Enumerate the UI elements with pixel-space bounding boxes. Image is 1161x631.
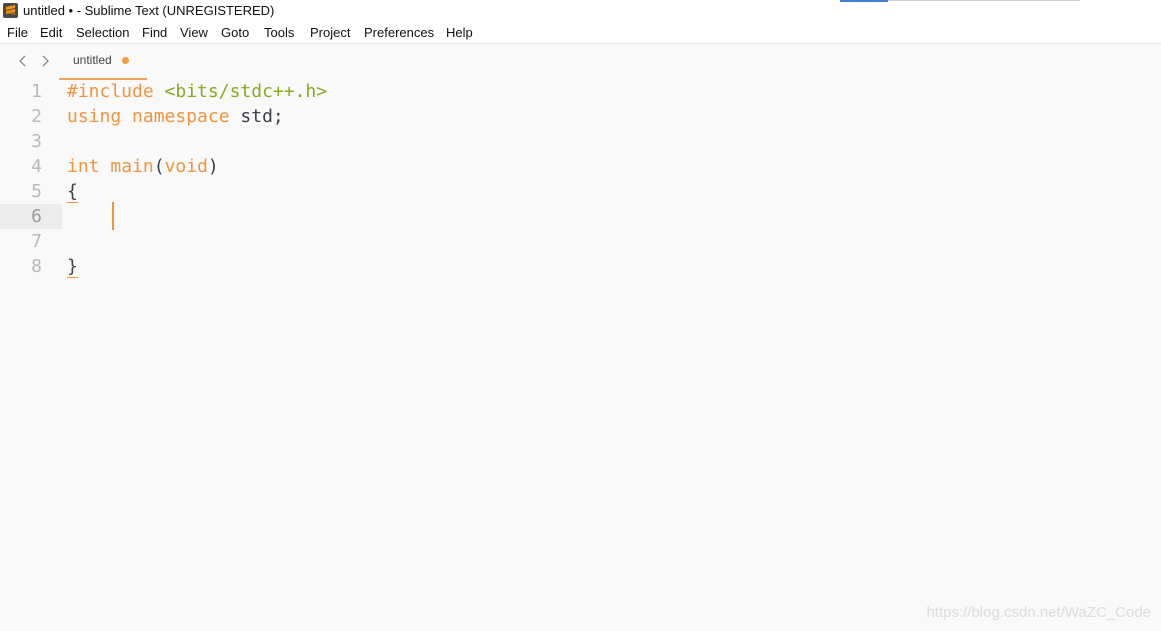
- unsaved-dot-icon[interactable]: [122, 57, 129, 64]
- menu-find[interactable]: Find: [142, 25, 167, 41]
- line-number: 4: [31, 156, 42, 177]
- menu-tools[interactable]: Tools: [264, 25, 294, 41]
- code-line-4[interactable]: int main(void): [67, 154, 219, 179]
- sublime-text-icon: [3, 3, 18, 18]
- tab-label: untitled: [73, 53, 112, 67]
- code-line-2[interactable]: using namespace std;: [67, 104, 284, 129]
- menu-view[interactable]: View: [180, 25, 208, 41]
- title-accent-line: [840, 0, 888, 2]
- menu-edit[interactable]: Edit: [40, 25, 62, 41]
- line-number-active: 6: [31, 206, 42, 227]
- menu-bar: File Edit Selection Find View Goto Tools…: [0, 22, 1161, 44]
- keyword-namespace: namespace: [132, 106, 230, 127]
- brace-match-underline: [67, 277, 78, 278]
- paren-close: ): [207, 156, 219, 177]
- preprocessor-directive: #include: [67, 81, 154, 102]
- menu-goto[interactable]: Goto: [221, 25, 249, 41]
- sublime-window: untitled • - Sublime Text (UNREGISTERED)…: [0, 0, 1161, 631]
- menu-project[interactable]: Project: [310, 25, 350, 41]
- menu-file[interactable]: File: [7, 25, 28, 41]
- include-header: <bits/stdc++.h>: [164, 81, 328, 102]
- editor-area[interactable]: 1 2 3 4 5 6 7 8 #include <bits/stdc++.h>…: [0, 79, 1161, 631]
- brace-match-underline: [67, 202, 78, 203]
- line-number: 8: [31, 256, 42, 277]
- code-line-1[interactable]: #include <bits/stdc++.h>: [67, 79, 327, 104]
- text-caret: [112, 202, 114, 230]
- tab-untitled[interactable]: untitled: [59, 44, 147, 80]
- param-void: void: [164, 156, 208, 177]
- chevron-right-icon[interactable]: [39, 54, 51, 68]
- line-number: 7: [31, 231, 42, 252]
- watermark-text: https://blog.csdn.net/WaZC_Code: [926, 604, 1151, 621]
- brace-open: {: [67, 181, 78, 202]
- title-bar: untitled • - Sublime Text (UNREGISTERED): [0, 0, 1161, 22]
- line-number: 5: [31, 181, 42, 202]
- tab-bar: untitled: [0, 44, 1161, 80]
- namespace-name: std;: [229, 106, 284, 127]
- menu-preferences[interactable]: Preferences: [364, 25, 434, 41]
- line-number: 3: [31, 131, 42, 152]
- function-name: main: [110, 156, 154, 177]
- keyword-using: using: [67, 106, 122, 127]
- line-number: 2: [31, 106, 42, 127]
- line-number: 1: [31, 81, 42, 102]
- menu-selection[interactable]: Selection: [76, 25, 129, 41]
- title-divider-line: [888, 0, 1080, 1]
- brace-close: }: [67, 256, 78, 277]
- paren-open: (: [153, 156, 165, 177]
- chevron-left-icon[interactable]: [17, 54, 29, 68]
- code-line-8[interactable]: }: [67, 254, 78, 279]
- window-title: untitled • - Sublime Text (UNREGISTERED): [23, 3, 275, 18]
- code-line-5[interactable]: {: [67, 179, 78, 204]
- menu-help[interactable]: Help: [446, 25, 473, 41]
- type-int: int: [67, 156, 100, 177]
